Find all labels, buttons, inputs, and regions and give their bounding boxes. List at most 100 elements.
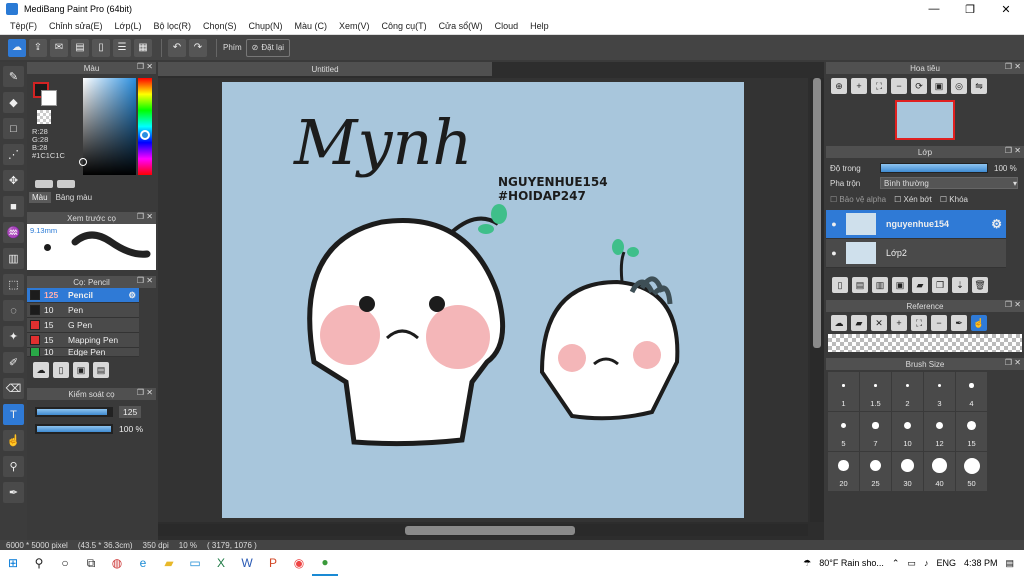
brush-size-option[interactable]: 5 [828,412,859,451]
brush-opacity-slider[interactable] [35,424,113,434]
close-icon[interactable]: ✕ [871,315,887,331]
eyedropper-icon[interactable]: ✒ [951,315,967,331]
move-tool-icon[interactable]: ✥ [3,170,24,191]
menu-tools[interactable]: Công cụ(T) [382,21,427,31]
dot-tool-icon[interactable]: ⋰ [3,144,24,165]
navigator-thumbnail[interactable] [895,100,955,140]
protect-alpha-checkbox[interactable]: ☐ Bảo vệ alpha [830,195,886,204]
bucket-tool-icon[interactable]: ♒ [3,222,24,243]
reset-button[interactable]: ⊘ Đặt lại [245,38,291,57]
brush-size-value[interactable]: 125 [119,406,142,418]
menu-file[interactable]: Tệp(F) [10,21,37,31]
maximize-button[interactable]: ❐ [952,0,988,18]
windows-start-icon[interactable]: ⊞ [0,550,26,576]
lock-checkbox[interactable]: ☐ Khóa [940,195,968,204]
fill-rect-tool-icon[interactable]: ■ [3,196,24,217]
search-icon[interactable]: ⚲ [26,550,52,576]
brush-item-edge-pen[interactable]: 10 Edge Pen [27,348,139,357]
eyedropper-tool-icon[interactable]: ⚲ [3,456,24,477]
brush-item-mapping-pen[interactable]: 15 Mapping Pen [27,333,139,348]
powerpoint-icon[interactable]: P [260,550,286,576]
horizontal-scrollbar[interactable] [158,524,808,536]
menu-window[interactable]: Cửa sổ(W) [439,21,483,31]
panel-close-icon[interactable]: ❐ ✕ [137,62,153,71]
brush-size-slider[interactable] [35,407,113,417]
add-layer-menu-icon[interactable]: ▣ [892,277,908,293]
blend-mode-select[interactable]: Bình thường ▾ [880,177,1018,189]
undo-icon[interactable]: ↶ [168,38,186,57]
folder-icon[interactable]: ▰ [156,550,182,576]
brush-size-option[interactable]: 4 [956,372,987,411]
color-tool-button[interactable] [57,180,75,188]
redo-icon[interactable]: ↷ [189,38,207,57]
cloud-icon[interactable]: ☁ [831,315,847,331]
pen-tool-icon[interactable]: ✒ [3,482,24,503]
brush-item-pen[interactable]: 10 Pen [27,303,139,318]
lasso-tool-icon[interactable]: ◌ [3,300,24,321]
brush-add-icon[interactable]: ▣ [73,362,89,378]
brush-size-option[interactable]: 7 [860,412,891,451]
eraser-tool-icon[interactable]: ◆ [3,92,24,113]
task-view-icon[interactable]: ⧉ [78,550,104,576]
panel-close-icon[interactable]: ❐ ✕ [1005,358,1021,367]
panel-close-icon[interactable]: ❐ ✕ [137,388,153,397]
menu-snap[interactable]: Chụp(N) [249,21,283,31]
brush-size-option[interactable]: 15 [956,412,987,451]
panel-close-icon[interactable]: ❐ ✕ [137,212,153,221]
zoom-out-icon[interactable]: − [931,315,947,331]
brush-cloud-icon[interactable]: ☁ [33,362,49,378]
brush-item-pencil[interactable]: 125 Pencil ⚙ [27,288,139,303]
tab-color[interactable]: Màu [29,191,51,203]
chrome-icon[interactable]: ◉ [286,550,312,576]
edge-icon[interactable]: e [130,550,156,576]
merge-layer-icon[interactable]: ⇣ [952,277,968,293]
brush-delete-icon[interactable]: ▤ [93,362,109,378]
chat-icon[interactable]: ▤ [71,38,89,57]
fit-icon[interactable]: ⛶ [911,315,927,331]
share-icon[interactable]: ⇪ [29,38,47,57]
new-layer-icon[interactable]: ▯ [832,277,848,293]
reset-view-icon[interactable]: ◎ [951,78,967,94]
select-pen-tool-icon[interactable]: ✐ [3,352,24,373]
flip-icon[interactable]: ⇋ [971,78,987,94]
document-tab[interactable]: Untitled [158,62,492,76]
grid-icon[interactable]: ▦ [134,38,152,57]
brush-size-option[interactable]: 20 [828,452,859,491]
hue-slider[interactable] [138,78,152,175]
layer-item[interactable]: ● Lớp2 [826,239,1006,268]
excel-icon[interactable]: X [208,550,234,576]
menu-select[interactable]: Chọn(S) [203,21,237,31]
menu-filter[interactable]: Bộ lọc(R) [153,21,191,31]
volume-icon[interactable]: ♪ [924,558,929,568]
brush-size-option[interactable]: 12 [924,412,955,451]
panel-close-icon[interactable]: ❐ ✕ [1005,62,1021,71]
brush-size-option[interactable]: 3 [924,372,955,411]
clock[interactable]: 4:38 PM [964,558,998,568]
zoom-in-icon[interactable]: + [891,315,907,331]
horizontal-scroll-thumb[interactable] [405,526,575,535]
clip-checkbox[interactable]: ☐ Xén bớt [894,195,932,204]
menu-edit[interactable]: Chỉnh sửa(E) [49,21,103,31]
select-rect-tool-icon[interactable]: ⬚ [3,274,24,295]
shape-tool-icon[interactable]: □ [3,118,24,139]
new-halftone-layer-icon[interactable]: ▤ [852,277,868,293]
medibang-icon[interactable]: ● [312,550,338,576]
layer-opacity-slider[interactable] [880,163,988,173]
list-icon[interactable]: ☰ [113,38,131,57]
vertical-scrollbar[interactable] [810,78,824,522]
menu-layer[interactable]: Lớp(L) [115,21,142,31]
monitor-icon[interactable]: ▭ [182,550,208,576]
menu-help[interactable]: Help [530,21,549,31]
word-icon[interactable]: W [234,550,260,576]
brush-size-option[interactable]: 10 [892,412,923,451]
text-tool-icon[interactable]: T [3,404,24,425]
chevron-up-icon[interactable]: ⌃ [892,558,900,569]
minimize-button[interactable]: — [916,0,952,18]
zoom-out-icon[interactable]: − [891,78,907,94]
reference-view[interactable] [828,334,1022,352]
saturation-picker[interactable] [83,78,136,175]
weather-icon[interactable]: ☂ [803,558,811,569]
visibility-icon[interactable]: ● [826,219,842,229]
rotate-icon[interactable]: ⟳ [911,78,927,94]
app-icon[interactable]: ◍ [104,550,130,576]
